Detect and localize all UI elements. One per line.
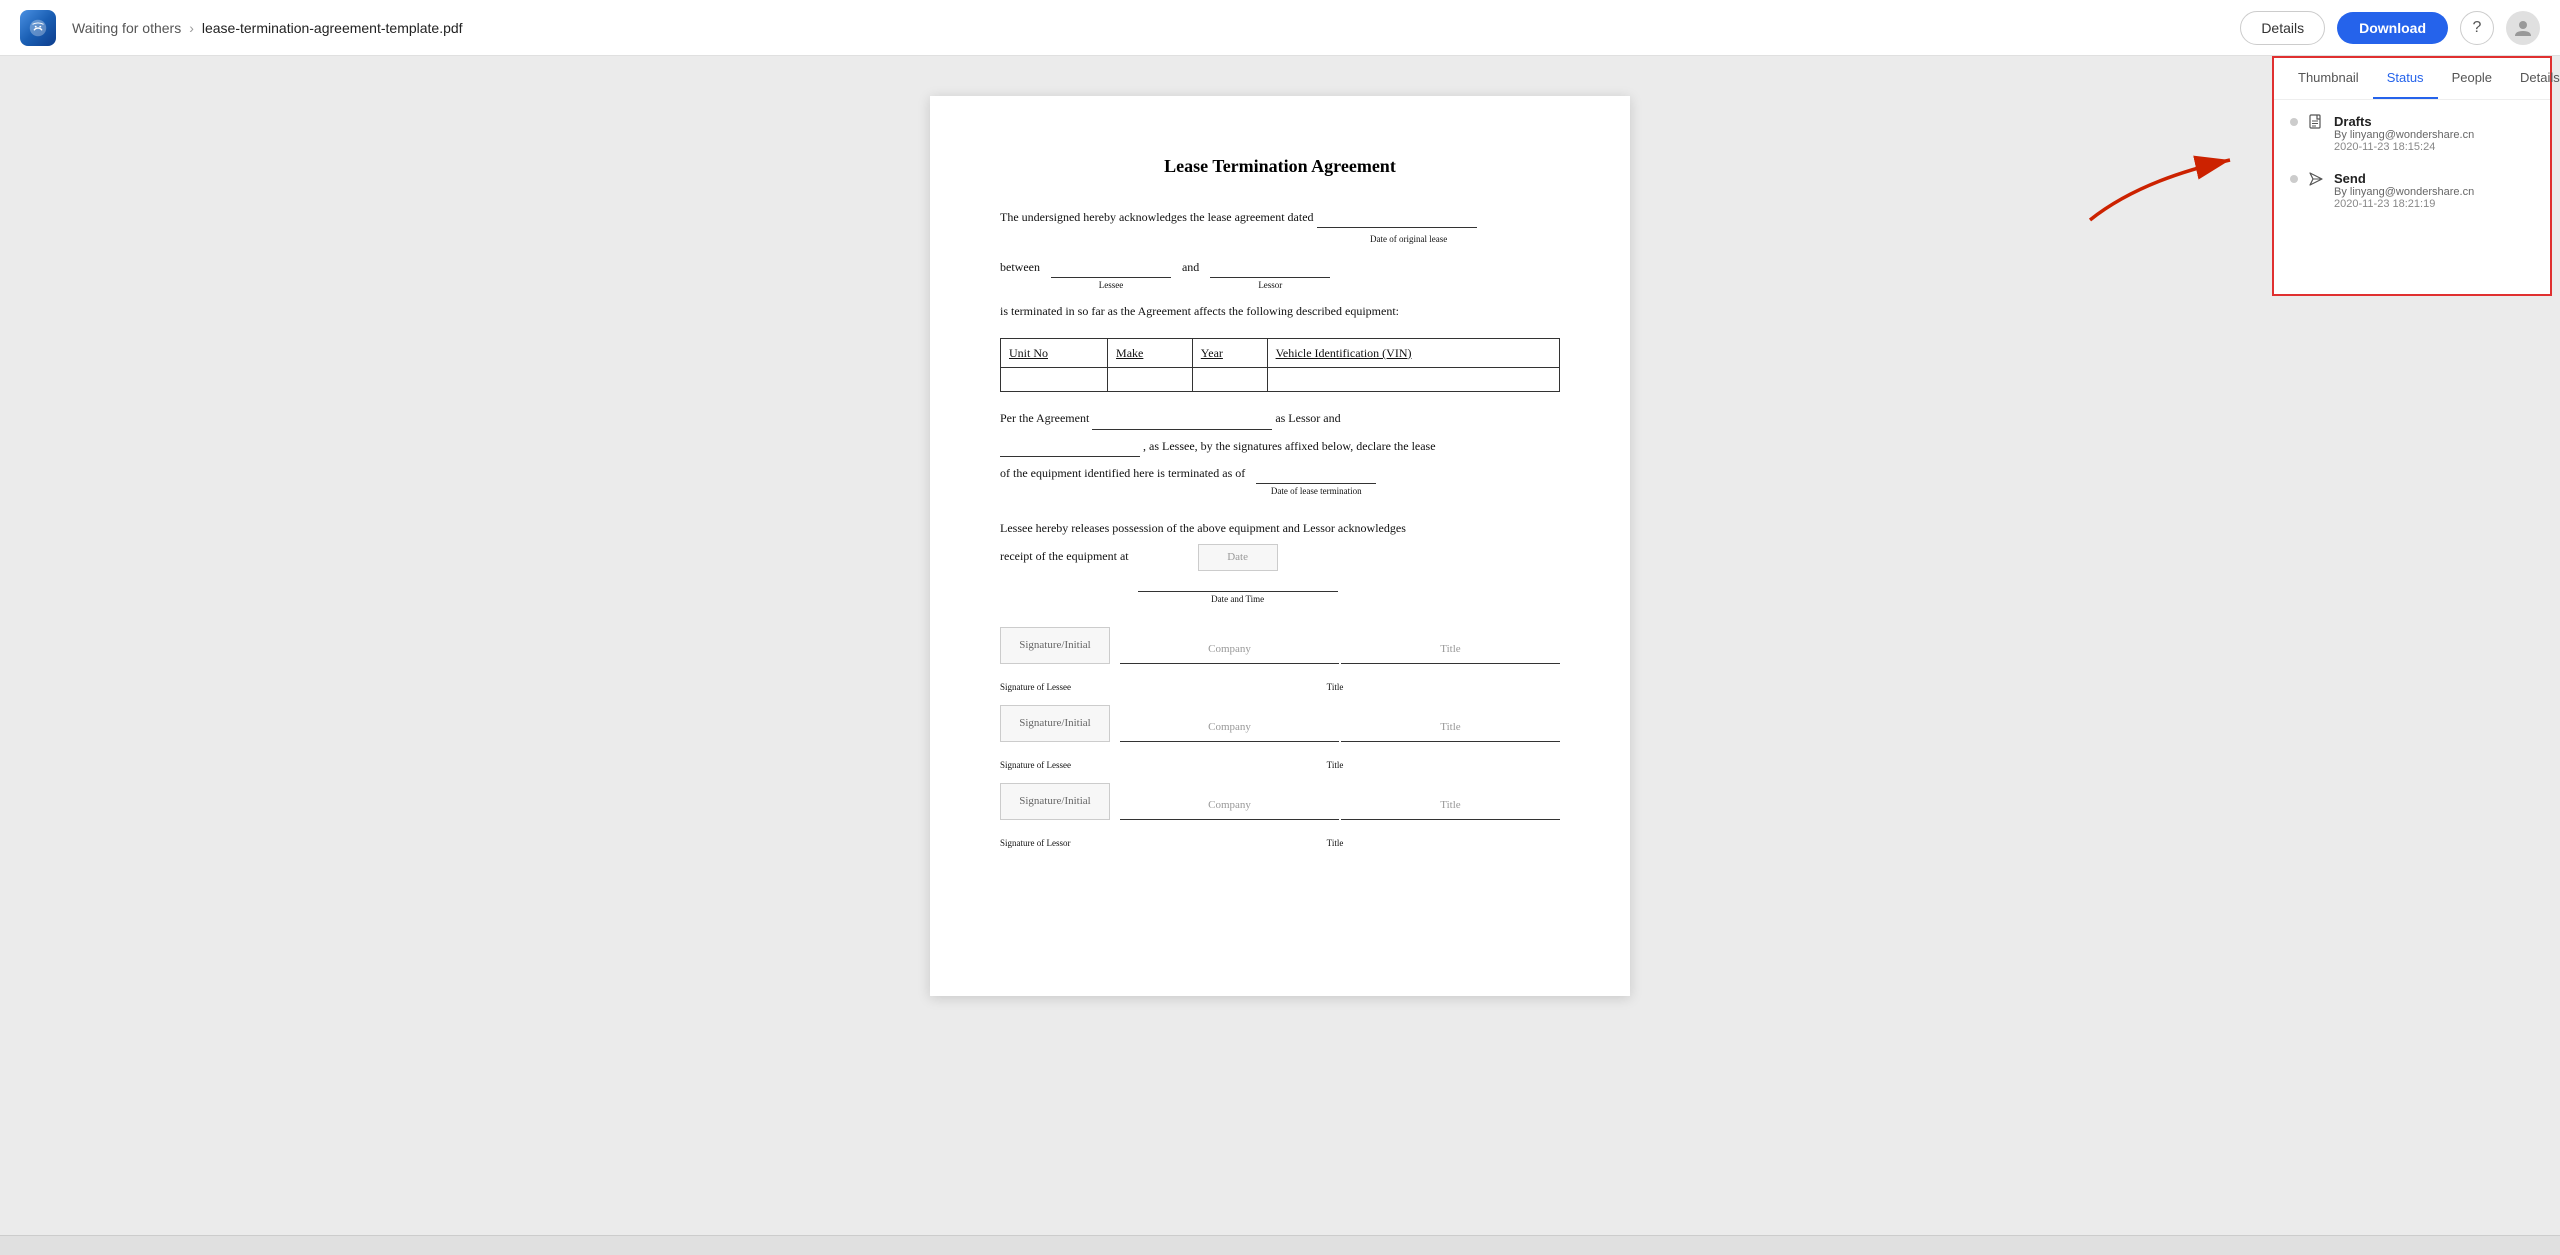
send-email: By linyang@wondershare.cn [2334, 186, 2534, 198]
title-field-3[interactable]: Title [1341, 792, 1560, 820]
table-col-year: Year [1192, 338, 1267, 367]
pdf-label-datetime: Date and Time [1211, 592, 1264, 607]
title-label-3: Title [1110, 836, 1560, 851]
download-button[interactable]: Download [2337, 12, 2448, 44]
pdf-para3b: as Lessor and [1275, 411, 1340, 425]
sig-box-1[interactable]: Signature/Initial [1000, 627, 1110, 664]
sig-row-1: Signature/Initial Company Title Signatur… [1000, 627, 1560, 695]
drafts-time: 2020-11-23 18:15:24 [2334, 141, 2534, 153]
pdf-label-lessor: Lessor [1258, 278, 1282, 293]
tab-status[interactable]: Status [2373, 58, 2438, 99]
tab-people[interactable]: People [2438, 58, 2506, 99]
right-panel: Thumbnail Status People Details [2272, 56, 2552, 296]
title-label-2: Title [1110, 758, 1560, 773]
status-item-send: Send By linyang@wondershare.cn 2020-11-2… [2290, 171, 2534, 210]
pdf-para3: Per the Agreement [1000, 411, 1089, 425]
bottom-bar [0, 1235, 2560, 1255]
title-label-1: Title [1110, 680, 1560, 695]
sig-label-1: Signature of Lessee [1000, 680, 1110, 695]
pdf-label-date-original: Date of original lease [1370, 234, 1447, 244]
status-dot-drafts [2290, 118, 2298, 126]
company-field-3[interactable]: Company [1120, 792, 1339, 820]
panel-tabs: Thumbnail Status People Details [2274, 58, 2550, 100]
company-field-1[interactable]: Company [1120, 636, 1339, 664]
pdf-para1c: and [1182, 260, 1202, 274]
table-col-unit: Unit No [1001, 338, 1108, 367]
sig-box-2[interactable]: Signature/Initial [1000, 705, 1110, 742]
pdf-para5: of the equipment identified here is term… [1000, 466, 1245, 480]
sig-row-2: Signature/Initial Company Title Signatur… [1000, 705, 1560, 773]
table-col-vin: Vehicle Identification (VIN) [1267, 338, 1559, 367]
title-field-1[interactable]: Title [1341, 636, 1560, 664]
topbar: Waiting for others › lease-termination-a… [0, 0, 2560, 56]
tab-thumbnail[interactable]: Thumbnail [2284, 58, 2373, 99]
signature-section: Signature/Initial Company Title Signatur… [1000, 627, 1560, 851]
breadcrumb-separator: › [189, 20, 194, 36]
status-info-send: Send By linyang@wondershare.cn 2020-11-2… [2334, 171, 2534, 210]
sig-label-3: Signature of Lessor [1000, 836, 1110, 851]
drafts-name: Drafts [2334, 114, 2534, 129]
help-icon[interactable]: ? [2460, 11, 2494, 45]
topbar-actions: Details Download ? [2240, 11, 2540, 45]
pdf-label-lessee: Lessee [1099, 278, 1124, 293]
pdf-viewer[interactable]: Lease Termination Agreement The undersig… [0, 56, 2560, 1255]
drafts-email: By linyang@wondershare.cn [2334, 129, 2534, 141]
company-field-2[interactable]: Company [1120, 714, 1339, 742]
breadcrumb-current: lease-termination-agreement-template.pdf [202, 20, 463, 36]
pdf-para7: receipt of the equipment at [1000, 549, 1129, 563]
send-name: Send [2334, 171, 2534, 186]
file-icon [2308, 114, 2324, 135]
details-button[interactable]: Details [2240, 11, 2325, 45]
user-avatar[interactable] [2506, 11, 2540, 45]
table-row [1001, 368, 1560, 392]
tab-details[interactable]: Details [2506, 58, 2560, 99]
sig-box-3[interactable]: Signature/Initial [1000, 783, 1110, 820]
pdf-title: Lease Termination Agreement [1000, 156, 1560, 177]
table-col-make: Make [1108, 338, 1193, 367]
status-dot-send [2290, 175, 2298, 183]
pdf-para4: , as Lessee, by the signatures affixed b… [1143, 439, 1436, 453]
date-field[interactable]: Date [1198, 544, 1278, 571]
breadcrumb-parent[interactable]: Waiting for others [72, 20, 181, 36]
status-item-drafts: Drafts By linyang@wondershare.cn 2020-11… [2290, 114, 2534, 153]
pdf-para1b: between [1000, 260, 1040, 274]
pdf-para1: The undersigned hereby acknowledges the … [1000, 210, 1314, 224]
pdf-para2: is terminated in so far as the Agreement… [1000, 301, 1560, 321]
status-info-drafts: Drafts By linyang@wondershare.cn 2020-11… [2334, 114, 2534, 153]
pdf-table: Unit No Make Year Vehicle Identification… [1000, 338, 1560, 392]
main-area: Lease Termination Agreement The undersig… [0, 0, 2560, 1255]
panel-content: Drafts By linyang@wondershare.cn 2020-11… [2274, 100, 2550, 242]
sig-label-2: Signature of Lessee [1000, 758, 1110, 773]
breadcrumb: Waiting for others › lease-termination-a… [72, 20, 2240, 36]
app-logo [20, 10, 56, 46]
pdf-label-date-termination: Date of lease termination [1271, 484, 1362, 499]
pdf-body: The undersigned hereby acknowledges the … [1000, 207, 1560, 851]
send-icon [2308, 171, 2324, 192]
sig-row-3: Signature/Initial Company Title Signatur… [1000, 783, 1560, 851]
send-time: 2020-11-23 18:21:19 [2334, 198, 2534, 210]
title-field-2[interactable]: Title [1341, 714, 1560, 742]
pdf-para6: Lessee hereby releases possession of the… [1000, 518, 1560, 538]
pdf-page: Lease Termination Agreement The undersig… [930, 96, 1630, 996]
